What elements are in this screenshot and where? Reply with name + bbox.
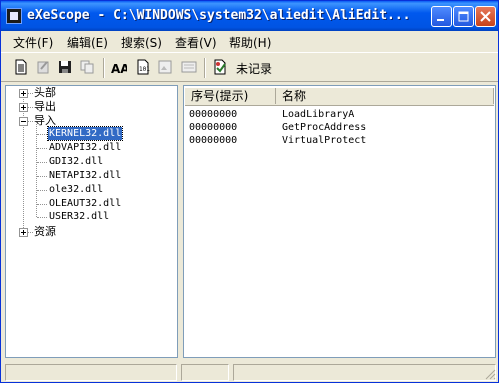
app-window: eXeScope - C:\WINDOWS\system32\aliedit\A…: [0, 0, 499, 383]
save-icon[interactable]: [57, 59, 73, 75]
toolbar-separator: [204, 58, 206, 78]
tree-connector: [37, 134, 47, 135]
record-icon[interactable]: [212, 59, 228, 75]
function-name-cell: LoadLibraryA: [282, 109, 355, 120]
tree-node-header[interactable]: 头部: [34, 86, 56, 100]
status-panel: [233, 364, 496, 381]
tree-connector: [37, 217, 47, 218]
app-icon[interactable]: [6, 8, 22, 24]
function-name-cell: VirtualProtect: [282, 135, 367, 146]
tree-node-import[interactable]: 导入: [34, 114, 56, 128]
tree-node-export[interactable]: 导出: [34, 100, 56, 114]
expand-resources-button[interactable]: [19, 228, 28, 237]
menu-help[interactable]: 帮助(H): [229, 34, 271, 51]
column-header-name[interactable]: 名称: [276, 88, 494, 104]
ordinal-cell: 00000000: [189, 135, 238, 146]
expand-header-button[interactable]: [19, 89, 28, 98]
tree-node-dll-gdi32[interactable]: GDI32.dll: [48, 155, 104, 168]
ordinal-cell: 00000000: [189, 122, 238, 133]
svg-text:AA: AA: [111, 62, 127, 75]
maximize-button[interactable]: [453, 6, 474, 27]
imports-list-view[interactable]: 序号(提示) 名称 00000000 LoadLibraryA 00000000…: [183, 85, 496, 358]
tree-connector: [37, 204, 47, 205]
svg-text:101: 101: [139, 66, 150, 73]
tree-connector: [28, 121, 33, 122]
collapse-import-button[interactable]: [19, 117, 28, 126]
tree-connector: [23, 93, 24, 232]
record-status-label: 未记录: [236, 62, 273, 76]
toolbar: AA 101 未记录: [1, 52, 498, 82]
tree-node-resources[interactable]: 资源: [34, 225, 56, 239]
expand-export-button[interactable]: [19, 103, 28, 112]
list-header: 序号(提示) 名称: [185, 88, 494, 106]
tree-connector: [28, 232, 33, 233]
menu-bar: 文件(F) 编辑(E) 搜索(S) 查看(V) 帮助(H): [1, 31, 498, 51]
resize-grip-icon[interactable]: [484, 368, 496, 380]
window-title: eXeScope - C:\WINDOWS\system32\aliedit\A…: [27, 8, 411, 23]
binary-icon[interactable]: 101: [135, 59, 151, 75]
copy-disabled-icon[interactable]: [79, 59, 95, 75]
tree-node-dll-advapi32[interactable]: ADVAPI32.dll: [48, 141, 122, 154]
menu-edit[interactable]: 编辑(E): [67, 34, 108, 51]
status-panel: [5, 364, 177, 381]
tree-node-dll-kernel32[interactable]: KERNEL32.dll: [46, 126, 124, 141]
tree-node-dll-user32[interactable]: USER32.dll: [48, 210, 110, 223]
menu-view[interactable]: 查看(V): [175, 34, 217, 51]
resource-disabled-icon[interactable]: [181, 59, 197, 75]
new-doc-icon[interactable]: [13, 59, 29, 75]
toolbar-separator: [103, 58, 105, 78]
tree-connector: [37, 190, 47, 191]
tree-connector: [37, 162, 47, 163]
tree-connector: [28, 93, 33, 94]
font-icon[interactable]: AA: [111, 59, 127, 75]
image-disabled-icon[interactable]: [157, 59, 173, 75]
menu-search[interactable]: 搜索(S): [121, 34, 162, 51]
tree-connector: [37, 148, 47, 149]
tree-connector: [28, 107, 33, 108]
tree-connector: [37, 176, 47, 177]
tree-node-dll-ole32[interactable]: ole32.dll: [48, 183, 104, 196]
tree-node-dll-oleaut32[interactable]: OLEAUT32.dll: [48, 197, 122, 210]
menu-file[interactable]: 文件(F): [13, 34, 53, 51]
ordinal-cell: 00000000: [189, 109, 238, 120]
status-panel: [181, 364, 229, 381]
minimize-button[interactable]: [431, 6, 452, 27]
tree-node-dll-netapi32[interactable]: NETAPI32.dll: [48, 169, 122, 182]
close-button[interactable]: [475, 6, 496, 27]
maximize-icon: [458, 11, 469, 22]
status-bar: [1, 361, 498, 382]
close-icon: [480, 11, 491, 22]
minimize-icon: [437, 19, 444, 21]
edit-disabled-icon[interactable]: [35, 59, 51, 75]
function-name-cell: GetProcAddress: [282, 122, 367, 133]
column-header-ordinal[interactable]: 序号(提示): [185, 88, 276, 104]
tree-view[interactable]: 头部 导出 导入 KERNEL32.dll ADVAPI32.dll GDI32…: [5, 85, 178, 358]
title-bar[interactable]: eXeScope - C:\WINDOWS\system32\aliedit\A…: [1, 1, 498, 31]
